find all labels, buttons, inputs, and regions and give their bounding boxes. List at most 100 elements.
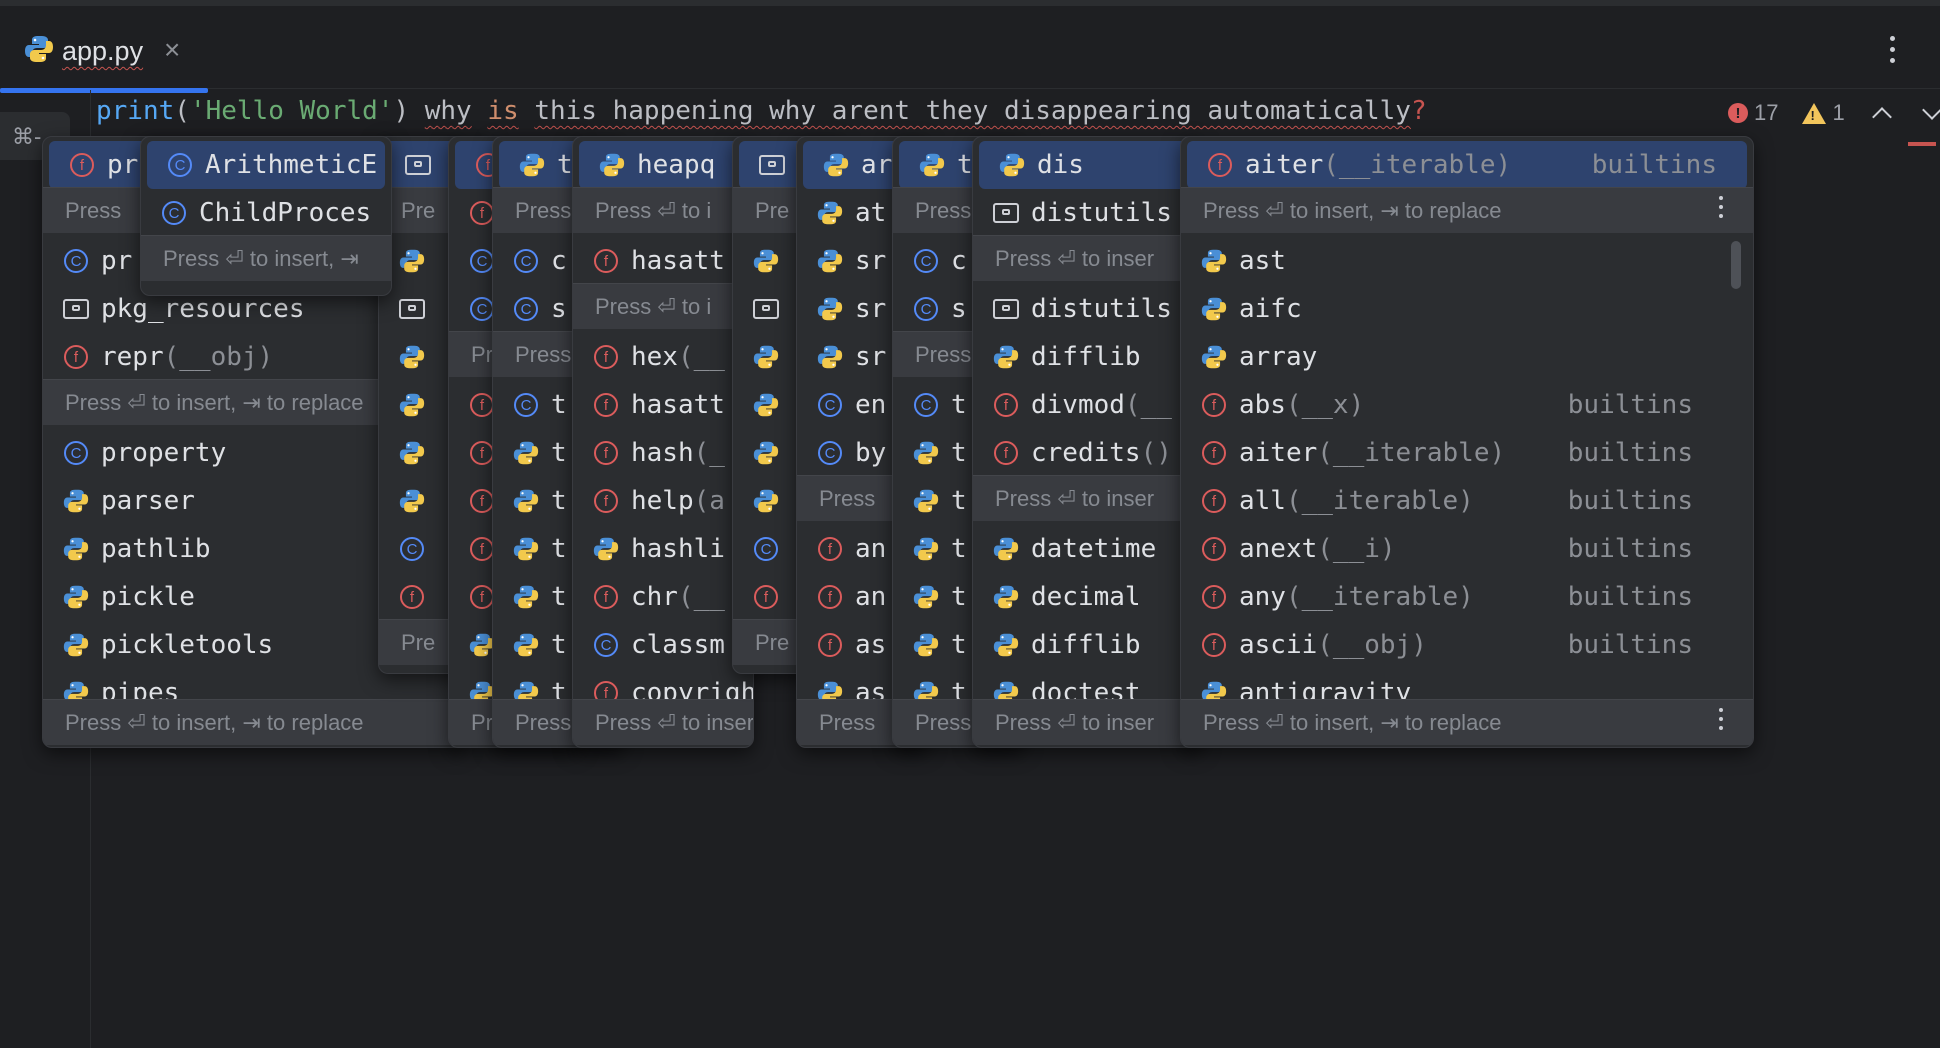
inspections-widget[interactable]: ! 17 ! 1 [1728,100,1940,127]
item-name: hasatt [631,246,725,276]
completion-item[interactable]: decimal [973,573,1201,621]
completion-item[interactable]: f credits() [973,429,1201,477]
python-module-icon [61,630,91,660]
item-name: c [551,246,567,276]
class-icon: C [511,246,541,276]
python-module-icon [911,438,941,468]
item-name: sr [855,342,887,372]
python-file-icon [24,34,54,68]
tab-app-py[interactable]: app.py × [0,6,208,93]
item-name: distutils [1031,294,1172,324]
python-module-icon [397,390,427,420]
completion-item[interactable]: ast [1181,237,1753,285]
completion-item[interactable]: f anext (__i) builtins [1181,525,1753,573]
completion-item[interactable]: f any (__iterable) builtins [1181,573,1753,621]
item-name: ArithmeticE [205,150,378,180]
completion-item[interactable]: aifc [1181,285,1753,333]
item-name: dis [1037,150,1084,180]
hint-text: Pr [471,341,493,367]
completion-item[interactable]: difflib [973,621,1201,669]
completion-item[interactable]: f chr (__ [573,573,753,621]
completion-item[interactable]: f ascii (__obj) builtins [1181,621,1753,669]
code-line[interactable]: print('Hello World') why is this happeni… [96,96,1427,126]
completion-item[interactable]: difflib [973,333,1201,381]
python-module-icon [911,582,941,612]
chevron-down-icon[interactable] [1921,100,1940,120]
popup-scrollbar[interactable] [1731,241,1741,289]
completion-popup[interactable]: C ArithmeticE C ChildProces Press ⏎ to inser… [140,136,392,296]
close-icon[interactable]: × [164,34,180,66]
class-icon: C [911,390,941,420]
completion-item-selected[interactable]: heapq [579,141,747,189]
item-name: abs [1239,390,1286,420]
item-source: builtins [1567,582,1693,612]
completion-popup[interactable]: dis distutils Press ⏎ to inser distutils dif… [972,136,1202,748]
python-module-icon [815,294,845,324]
item-signature: (__x) [1285,390,1365,420]
class-icon: C [397,534,427,564]
item-name: en [855,390,887,420]
function-icon: f [1199,582,1229,612]
completion-item[interactable]: f abs (__x) builtins [1181,381,1753,429]
item-name: as [855,630,887,660]
item-source: builtins [1567,486,1693,516]
completion-item-selected[interactable]: f aiter (__iterable) builtins [1187,141,1747,189]
completion-item[interactable]: distutils [973,189,1201,237]
item-signature: (__obj) [163,342,274,372]
class-icon: C [815,438,845,468]
completion-item[interactable]: array [1181,333,1753,381]
package-icon [991,294,1021,324]
item-name: hashli [631,534,725,564]
function-icon: f [591,390,621,420]
completion-item[interactable]: f hasatt [573,237,753,285]
python-module-icon [511,486,541,516]
python-module-icon [991,630,1021,660]
item-name: t [951,486,967,516]
completion-item[interactable]: f hex (__ [573,333,753,381]
item-signature: (_ [693,438,725,468]
completion-item[interactable]: f aiter (__iterable) builtins [1181,429,1753,477]
completion-item[interactable]: distutils [973,285,1201,333]
completion-item[interactable]: f hash (_ [573,429,753,477]
completion-item[interactable]: f hasatt [573,381,753,429]
code-paren-open: ( [174,96,190,126]
completion-item[interactable]: f help (a [573,477,753,525]
function-icon: f [1199,438,1229,468]
item-name: t [557,150,573,180]
completion-item[interactable]: C ChildProces [141,189,391,237]
item-signature: (__ [677,342,725,372]
item-signature: (a [693,486,725,516]
completion-hint: Press ⏎ to insert, ⇥ [141,235,391,281]
hint-text: Press ⏎ to insert, ⇥ [163,245,359,271]
completion-item[interactable]: datetime [973,525,1201,573]
completion-item-selected[interactable]: C ArithmeticE [147,141,385,189]
item-name: property [101,438,227,468]
completion-item[interactable]: hashli [573,525,753,573]
python-module-icon [397,486,427,516]
item-name: all [1239,486,1286,516]
class-icon: C [61,246,91,276]
completion-popup[interactable]: f aiter (__iterable) builtins Press ⏎ to ins… [1180,136,1754,748]
completion-item[interactable]: Cclassm [573,621,753,669]
footer-text: Pr [471,709,493,735]
package-icon [751,294,781,324]
more-options-icon[interactable] [1888,36,1896,66]
item-name: divmod [1031,390,1125,420]
more-options-icon[interactable] [1719,196,1723,223]
item-name: ascii [1239,630,1318,660]
item-source: builtins [1567,534,1693,564]
completion-popup[interactable]: heapq Press ⏎ to i f hasatt Press ⏎ to i f hex… [572,136,754,748]
item-source: builtins [1591,150,1717,180]
item-name: decimal [1031,582,1141,612]
completion-item[interactable]: f all (__iterable) builtins [1181,477,1753,525]
function-icon: f [591,486,621,516]
more-options-icon[interactable] [1719,708,1723,735]
completion-item-selected[interactable]: dis [979,141,1195,189]
hint-text: Pre [401,629,436,655]
package-icon [61,294,91,324]
completion-item[interactable]: f divmod (__ [973,381,1201,429]
chevron-up-icon[interactable] [1871,107,1892,127]
function-icon: f [815,534,845,564]
